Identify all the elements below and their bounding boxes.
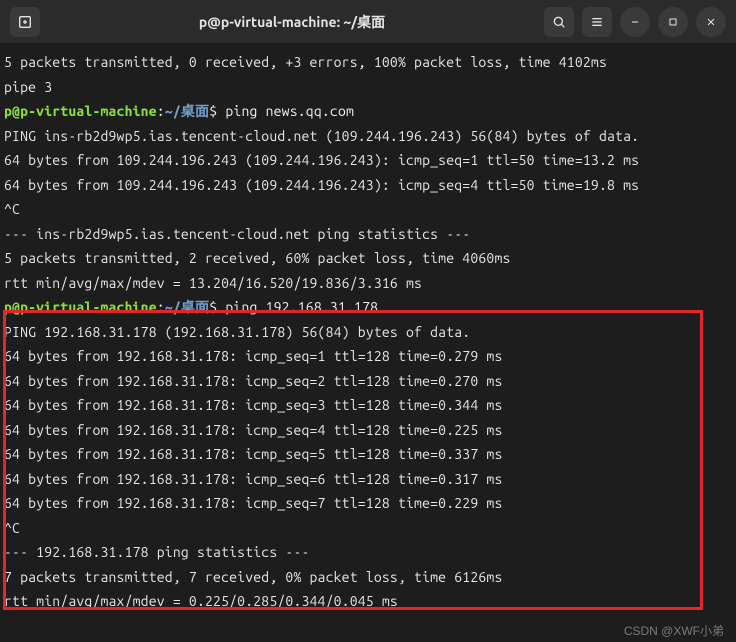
new-tab-button[interactable] <box>10 7 40 37</box>
search-icon <box>551 14 567 30</box>
prompt-user: p@p-virtual-machine <box>4 103 157 119</box>
output-line: 64 bytes from 192.168.31.178: icmp_seq=2… <box>0 369 736 394</box>
hamburger-icon <box>589 14 605 30</box>
output-line: pipe 3 <box>0 75 736 100</box>
output-line: PING ins-rb2d9wp5.ias.tencent-cloud.net … <box>0 124 736 149</box>
command-text: ping news.qq.com <box>217 103 354 119</box>
output-line: 64 bytes from 192.168.31.178: icmp_seq=5… <box>0 442 736 467</box>
menu-button[interactable] <box>582 7 612 37</box>
maximize-button[interactable] <box>658 7 688 37</box>
output-line: ^C <box>0 516 736 541</box>
titlebar: p@p-virtual-machine: ~/桌面 <box>0 0 736 44</box>
output-line: ^C <box>0 197 736 222</box>
output-line: PING 192.168.31.178 (192.168.31.178) 56(… <box>0 320 736 345</box>
search-button[interactable] <box>544 7 574 37</box>
output-line: 64 bytes from 192.168.31.178: icmp_seq=6… <box>0 467 736 492</box>
command-text: ping 192.168.31.178 <box>217 299 378 315</box>
terminal-output[interactable]: 5 packets transmitted, 0 received, +3 er… <box>0 44 736 614</box>
prompt-sep: : <box>157 299 165 315</box>
new-tab-icon <box>17 14 33 30</box>
output-line: --- ins-rb2d9wp5.ias.tencent-cloud.net p… <box>0 222 736 247</box>
window-title: p@p-virtual-machine: ~/桌面 <box>48 12 536 32</box>
output-line: 64 bytes from 109.244.196.243 (109.244.1… <box>0 148 736 173</box>
output-line: 7 packets transmitted, 7 received, 0% pa… <box>0 565 736 590</box>
output-line: 64 bytes from 192.168.31.178: icmp_seq=7… <box>0 491 736 516</box>
prompt-line: p@p-virtual-machine:~/桌面$ ping 192.168.3… <box>0 295 736 320</box>
prompt-user: p@p-virtual-machine <box>4 299 157 315</box>
maximize-icon <box>667 16 679 28</box>
minimize-button[interactable] <box>620 7 650 37</box>
output-line: 5 packets transmitted, 2 received, 60% p… <box>0 246 736 271</box>
output-line: 64 bytes from 109.244.196.243 (109.244.1… <box>0 173 736 198</box>
output-line: 64 bytes from 192.168.31.178: icmp_seq=3… <box>0 393 736 418</box>
minimize-icon <box>629 16 641 28</box>
output-line: 64 bytes from 192.168.31.178: icmp_seq=4… <box>0 418 736 443</box>
close-icon <box>705 16 717 28</box>
close-button[interactable] <box>696 7 726 37</box>
output-line: --- 192.168.31.178 ping statistics --- <box>0 540 736 565</box>
output-line: 64 bytes from 192.168.31.178: icmp_seq=1… <box>0 344 736 369</box>
output-line: 5 packets transmitted, 0 received, +3 er… <box>0 50 736 75</box>
watermark-text: CSDN @XWF小弟 <box>624 622 724 639</box>
prompt-path: ~/桌面 <box>165 299 209 315</box>
prompt-line: p@p-virtual-machine:~/桌面$ ping news.qq.c… <box>0 99 736 124</box>
prompt-path: ~/桌面 <box>165 103 209 119</box>
output-line: rtt min/avg/max/mdev = 0.225/0.285/0.344… <box>0 589 736 614</box>
prompt-sep: : <box>157 103 165 119</box>
output-line: rtt min/avg/max/mdev = 13.204/16.520/19.… <box>0 271 736 296</box>
